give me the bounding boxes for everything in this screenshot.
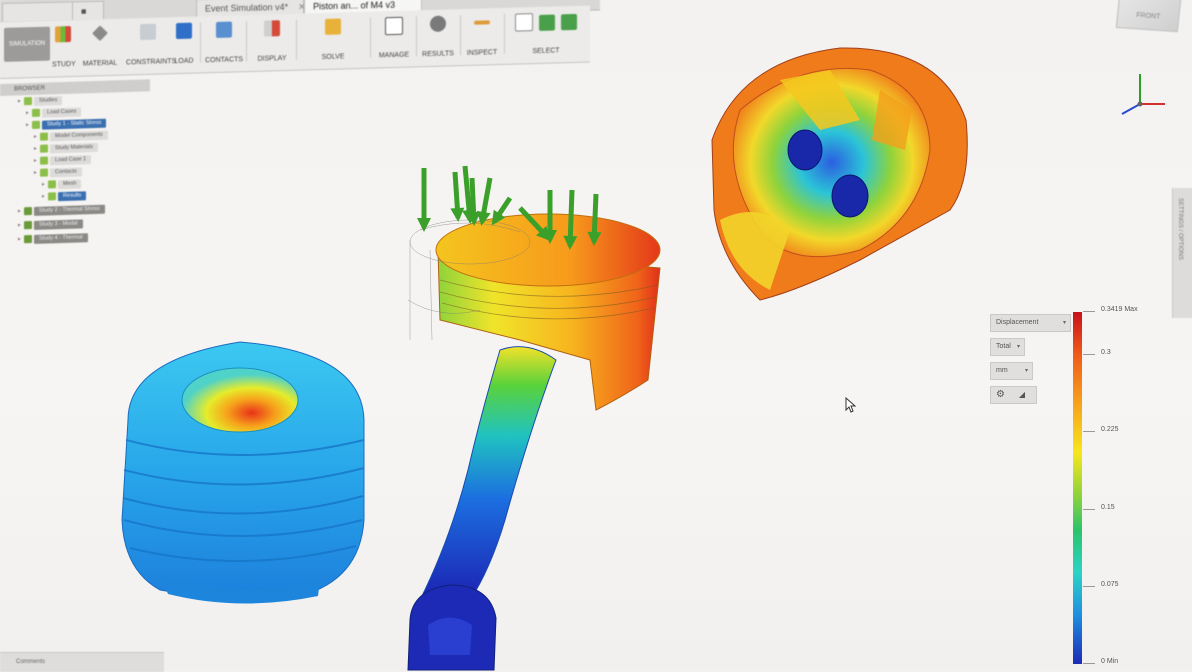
piston-part-left[interactable]: [121, 341, 365, 604]
legend-tick-label: 0.15: [1083, 503, 1115, 511]
canvas-viewport[interactable]: [0, 0, 1192, 671]
legend-tick-label: 0.225: [1083, 426, 1119, 434]
axis-triad-icon: [1121, 74, 1165, 115]
chevron-down-icon: ▾: [1024, 368, 1028, 374]
load-arrow-head: [450, 207, 465, 222]
comments-label: Comments: [16, 659, 46, 665]
legend-tick-label: 0.3: [1083, 349, 1111, 357]
side-panel-label: SETTINGS / OPTIONS: [1177, 198, 1183, 261]
result-type-select[interactable]: Displacement ▾: [990, 314, 1071, 332]
chevron-down-icon: ▾: [1016, 344, 1020, 350]
piston-part-right[interactable]: [711, 47, 968, 301]
settings-gear-icon[interactable]: ⚙: [996, 389, 1005, 400]
unit-select[interactable]: mm ▾: [990, 362, 1033, 380]
comments-bar[interactable]: Comments: [0, 652, 164, 672]
chevron-down-icon: ▾: [1062, 320, 1066, 326]
legend-tick-label: 0 Min: [1082, 658, 1119, 665]
legend-color-bar: [1073, 312, 1082, 664]
component-select[interactable]: Total ▾: [990, 338, 1025, 356]
load-arrow-head: [417, 218, 431, 232]
legend-tick-label: 0.3419 Max: [1083, 306, 1138, 313]
component-value: Total: [996, 343, 1011, 350]
unit-value: mm: [996, 367, 1008, 374]
viewcube-icon[interactable]: FRONT: [1115, 0, 1183, 33]
result-type-value: Displacement: [996, 319, 1039, 326]
options-side-panel[interactable]: SETTINGS / OPTIONS: [1172, 188, 1192, 318]
legend-options-bar: ⚙ ◢: [990, 386, 1037, 404]
legend-tick-label: 0.075: [1083, 580, 1119, 588]
connecting-rod-assembly[interactable]: [407, 213, 661, 671]
legend-options-icon[interactable]: ◢: [1019, 390, 1025, 399]
cursor-icon: [845, 397, 857, 413]
